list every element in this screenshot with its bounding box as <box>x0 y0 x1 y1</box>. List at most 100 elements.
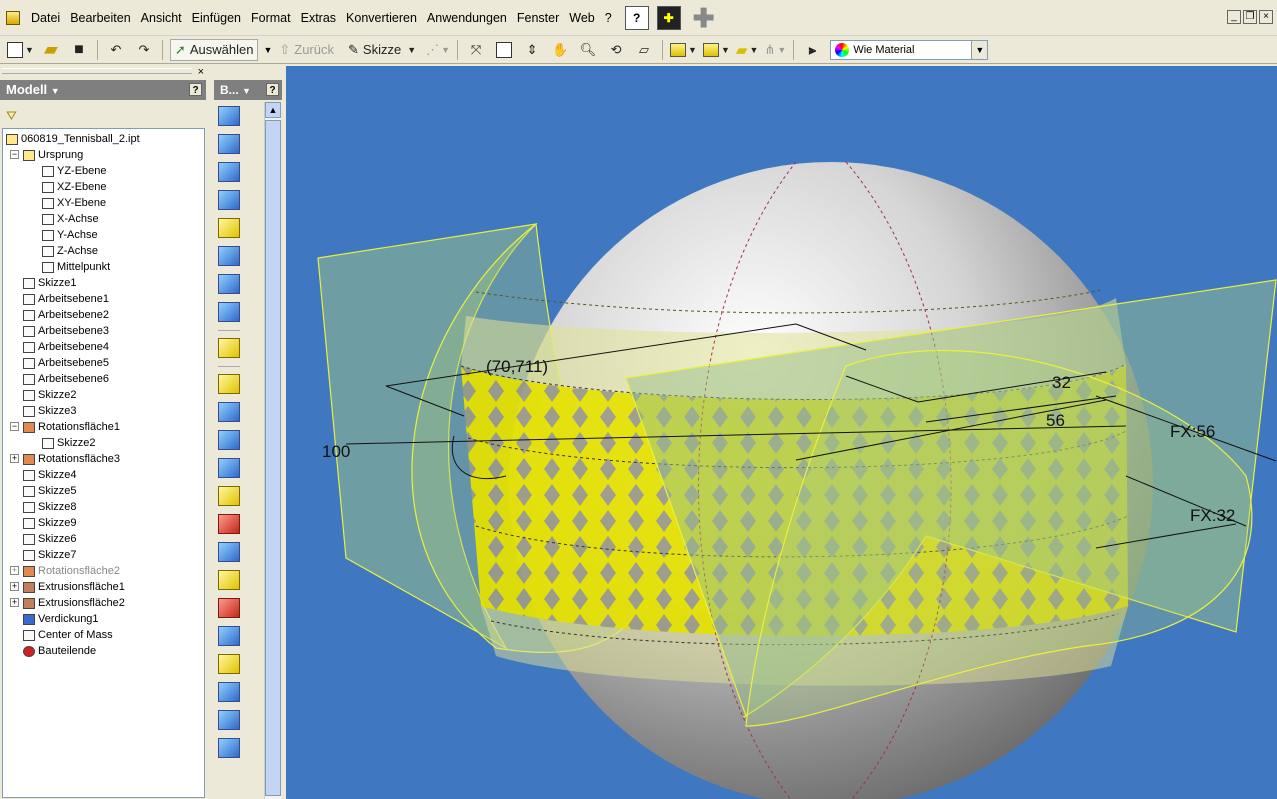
graphics-viewport[interactable]: (70,711) 32 56 100 FX:56 FX:32 <box>286 66 1277 799</box>
tree-item[interactable]: − Rotationsfläche1 <box>10 419 120 435</box>
styles-button[interactable]: ⫸ <box>801 39 823 61</box>
menu-extras[interactable]: Extras <box>296 9 341 27</box>
feature-tool-icon[interactable] <box>218 682 240 702</box>
tree-item[interactable]: Skizze9 <box>23 515 77 531</box>
zoom-window-button[interactable] <box>493 39 515 61</box>
feature-tool-icon[interactable] <box>218 338 240 358</box>
feature-tool-icon[interactable] <box>218 514 240 534</box>
new-file-button[interactable]: ▼ <box>7 39 34 61</box>
tree-item[interactable]: X-Achse <box>42 211 99 227</box>
close-button[interactable]: × <box>1259 10 1273 24</box>
redo-button[interactable]: ↷ <box>133 39 155 61</box>
panel-grip[interactable] <box>2 68 192 74</box>
browser-close-icon[interactable]: × <box>198 66 204 78</box>
tree-expander-icon[interactable]: − <box>10 422 19 431</box>
tree-item[interactable]: + Rotationsfläche2 <box>10 563 120 579</box>
feature-tool-icon[interactable] <box>218 162 240 182</box>
tree-item[interactable]: Arbeitsebene2 <box>23 307 109 323</box>
menu-fenster[interactable]: Fenster <box>512 9 564 27</box>
tree-item[interactable]: Skizze7 <box>23 547 77 563</box>
look-at-button[interactable]: ▱ <box>633 39 655 61</box>
tree-item[interactable]: Y-Achse <box>42 227 98 243</box>
feature-tool-icon[interactable] <box>218 486 240 506</box>
menu-einfuegen[interactable]: Einfügen <box>187 9 246 27</box>
dim-label-56[interactable]: 56 <box>1046 411 1065 430</box>
tree-item[interactable]: Arbeitsebene3 <box>23 323 109 339</box>
feature-help-icon[interactable]: ? <box>266 83 279 96</box>
tree-item[interactable]: Skizze2 <box>23 387 77 403</box>
dim-label-32[interactable]: 32 <box>1052 373 1071 392</box>
dim-label-100[interactable]: 100 <box>322 442 350 461</box>
feature-scrollbar[interactable]: ▲ <box>264 102 281 799</box>
feature-tool-icon[interactable] <box>218 626 240 646</box>
sketch-dropdown[interactable]: ▼ <box>407 45 416 55</box>
tree-item[interactable]: Bauteilende <box>23 643 96 659</box>
tree-item[interactable]: + Rotationsfläche3 <box>10 451 120 467</box>
model-canvas[interactable]: (70,711) 32 56 100 FX:56 FX:32 <box>286 66 1277 799</box>
feature-panel-header[interactable]: B... ▼ ? <box>214 80 282 100</box>
browser-header[interactable]: Modell ▼ ? <box>0 80 206 100</box>
feature-tool-icon[interactable] <box>218 710 240 730</box>
feature-tool-icon[interactable] <box>218 374 240 394</box>
scroll-thumb[interactable] <box>265 120 281 796</box>
feature-tool-icon[interactable] <box>218 218 240 238</box>
tree-item[interactable]: Skizze6 <box>23 531 77 547</box>
menu-format[interactable]: Format <box>246 9 296 27</box>
feature-tool-icon[interactable] <box>218 274 240 294</box>
pan-button[interactable]: ✋ <box>549 39 571 61</box>
tree-expander-icon[interactable]: + <box>10 582 19 591</box>
tree-item[interactable]: Arbeitsebene6 <box>23 371 109 387</box>
select-button[interactable]: ➚ Auswählen <box>169 38 259 61</box>
scroll-up-icon[interactable]: ▲ <box>265 102 281 118</box>
add-icon[interactable]: ✚ <box>693 5 715 31</box>
menu-web[interactable]: Web <box>564 9 599 27</box>
tree-item[interactable]: Arbeitsebene4 <box>23 339 109 355</box>
feature-tool-icon[interactable] <box>218 542 240 562</box>
back-button[interactable]: ⇧ Zurück <box>275 39 338 61</box>
app-icon[interactable] <box>6 10 20 25</box>
structure-button[interactable]: ⋔ ▼ <box>764 39 786 61</box>
menu-datei[interactable]: Datei <box>26 9 65 27</box>
save-button[interactable]: ■ <box>68 39 90 61</box>
tree-item[interactable]: Skizze5 <box>23 483 77 499</box>
menu-anwendungen[interactable]: Anwendungen <box>422 9 512 27</box>
tree-item[interactable]: XY-Ebene <box>42 195 106 211</box>
material-select[interactable]: Wie Material ▼ <box>830 39 989 60</box>
dim-label-70711[interactable]: (70,711) <box>486 357 548 376</box>
feature-tool-icon[interactable] <box>218 430 240 450</box>
rotate-button[interactable]: ⟲ <box>605 39 627 61</box>
feature-tool-icon[interactable] <box>218 134 240 154</box>
tree-item[interactable]: Center of Mass <box>23 627 113 643</box>
design-doctor-icon[interactable]: ✚ <box>656 5 681 30</box>
tree-item[interactable]: XZ-Ebene <box>42 179 107 195</box>
open-button[interactable]: ▰ <box>40 39 62 61</box>
tree-item[interactable]: + Extrusionsfläche2 <box>10 595 125 611</box>
restore-button[interactable]: ❐ <box>1243 10 1257 24</box>
feature-tool-icon[interactable] <box>218 738 240 758</box>
tree-item[interactable]: Skizze4 <box>23 467 77 483</box>
tree-expander-icon[interactable]: − <box>10 150 19 159</box>
feature-tool-icon[interactable] <box>218 570 240 590</box>
tree-item[interactable]: Skizze1 <box>23 275 77 291</box>
tree-item[interactable]: + Extrusionsfläche1 <box>10 579 125 595</box>
feature-tool-icon[interactable] <box>218 106 240 126</box>
feature-tool-icon[interactable] <box>218 246 240 266</box>
feature-tool-icon[interactable] <box>218 598 240 618</box>
undo-button[interactable]: ↶ <box>105 39 127 61</box>
select-dropdown[interactable]: ▼ <box>263 45 272 55</box>
zoom-button[interactable]: ⇕ <box>521 39 543 61</box>
feature-tool-icon[interactable] <box>218 654 240 674</box>
sketch-button[interactable]: ✎ Skizze ▼ <box>344 39 420 61</box>
tree-item[interactable]: Z-Achse <box>42 243 98 259</box>
tree-item[interactable]: Verdickung1 <box>23 611 99 627</box>
whats-this-help-icon[interactable]: ? <box>624 5 649 30</box>
camera-button[interactable]: ▼ <box>702 39 730 61</box>
tree-expander-icon[interactable]: + <box>10 566 19 575</box>
tree-item[interactable]: Arbeitsebene1 <box>23 291 109 307</box>
tree-item[interactable]: Skizze8 <box>23 499 77 515</box>
tree-root[interactable]: 060819_Tennisball_2.ipt <box>6 131 140 147</box>
tree-item[interactable]: − Ursprung <box>10 147 83 163</box>
chevron-down-icon[interactable]: ▼ <box>971 40 988 59</box>
tree-item[interactable]: Skizze3 <box>23 403 77 419</box>
menu-ansicht[interactable]: Ansicht <box>136 9 187 27</box>
